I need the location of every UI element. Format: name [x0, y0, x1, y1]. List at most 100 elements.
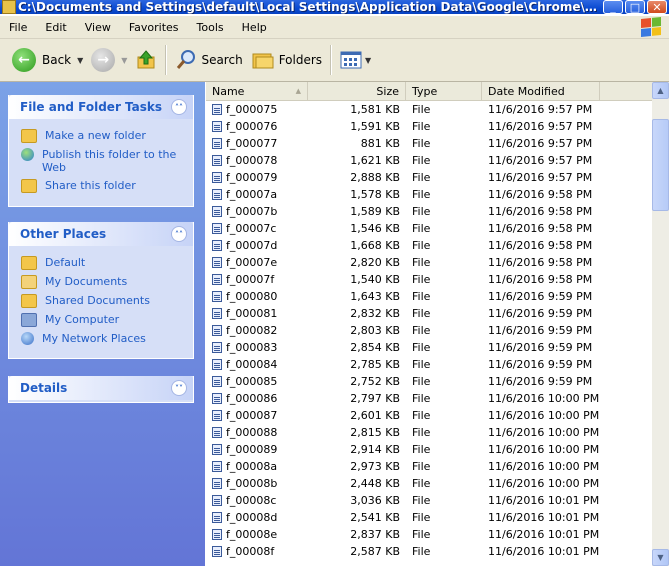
menu-view[interactable]: View: [76, 21, 120, 34]
column-header-name[interactable]: Name ▲: [206, 82, 308, 100]
file-name-cell[interactable]: f_00008d: [206, 511, 308, 524]
file-row[interactable]: f_000078 1,621 KB File 11/6/2016 9:57 PM: [206, 152, 652, 169]
details-header[interactable]: Details ˅˅: [9, 376, 193, 400]
folders-button[interactable]: Folders: [247, 43, 326, 77]
file-row[interactable]: f_000083 2,854 KB File 11/6/2016 9:59 PM: [206, 339, 652, 356]
search-button[interactable]: Search: [171, 43, 246, 77]
file-folder-tasks-header[interactable]: File and Folder Tasks ˄˄: [9, 95, 193, 119]
forward-dropdown-icon[interactable]: ▼: [121, 56, 127, 65]
file-name-cell[interactable]: f_000079: [206, 171, 308, 184]
file-row[interactable]: f_00008c 3,036 KB File 11/6/2016 10:01 PM: [206, 492, 652, 509]
menu-tools[interactable]: Tools: [188, 21, 233, 34]
file-name-cell[interactable]: f_000077: [206, 137, 308, 150]
file-row[interactable]: f_00008d 2,541 KB File 11/6/2016 10:01 PM: [206, 509, 652, 526]
file-name-cell[interactable]: f_00007c: [206, 222, 308, 235]
task-make-new-folder[interactable]: Make a new folder: [21, 129, 185, 143]
file-name-cell[interactable]: f_00008c: [206, 494, 308, 507]
file-row[interactable]: f_000085 2,752 KB File 11/6/2016 9:59 PM: [206, 373, 652, 390]
maximize-button[interactable]: □: [625, 0, 645, 14]
file-row[interactable]: f_000079 2,888 KB File 11/6/2016 9:57 PM: [206, 169, 652, 186]
close-button[interactable]: ✕: [647, 0, 667, 14]
file-name-cell[interactable]: f_000088: [206, 426, 308, 439]
other-places-header[interactable]: Other Places ˄˄: [9, 222, 193, 246]
file-name-cell[interactable]: f_000075: [206, 103, 308, 116]
place-default[interactable]: Default: [21, 256, 185, 270]
file-row[interactable]: f_000077 881 KB File 11/6/2016 9:57 PM: [206, 135, 652, 152]
vertical-scrollbar[interactable]: ▲ ▼: [652, 82, 669, 566]
place-my-computer[interactable]: My Computer: [21, 313, 185, 327]
window-title-bar[interactable]: C:\Documents and Settings\default\Local …: [0, 0, 669, 14]
column-header-date[interactable]: Date Modified: [482, 82, 600, 100]
minimize-button[interactable]: _: [603, 0, 623, 14]
file-name-cell[interactable]: f_000080: [206, 290, 308, 303]
file-name-cell[interactable]: f_000078: [206, 154, 308, 167]
up-folder-button[interactable]: [131, 43, 161, 77]
file-row[interactable]: f_00007d 1,668 KB File 11/6/2016 9:58 PM: [206, 237, 652, 254]
file-row[interactable]: f_000081 2,832 KB File 11/6/2016 9:59 PM: [206, 305, 652, 322]
file-name-cell[interactable]: f_000084: [206, 358, 308, 371]
file-name-cell[interactable]: f_00008a: [206, 460, 308, 473]
file-row[interactable]: f_000089 2,914 KB File 11/6/2016 10:00 PM: [206, 441, 652, 458]
file-row[interactable]: f_00007c 1,546 KB File 11/6/2016 9:58 PM: [206, 220, 652, 237]
file-row[interactable]: f_000088 2,815 KB File 11/6/2016 10:00 PM: [206, 424, 652, 441]
file-row[interactable]: f_000080 1,643 KB File 11/6/2016 9:59 PM: [206, 288, 652, 305]
scroll-up-button[interactable]: ▲: [652, 82, 669, 99]
file-name-cell[interactable]: f_00007a: [206, 188, 308, 201]
file-row[interactable]: f_00008b 2,448 KB File 11/6/2016 10:00 PM: [206, 475, 652, 492]
file-row[interactable]: f_00008e 2,837 KB File 11/6/2016 10:01 PM: [206, 526, 652, 543]
file-row[interactable]: f_000075 1,581 KB File 11/6/2016 9:57 PM: [206, 101, 652, 118]
column-header-type[interactable]: Type: [406, 82, 482, 100]
file-row[interactable]: f_000086 2,797 KB File 11/6/2016 10:00 PM: [206, 390, 652, 407]
place-my-documents[interactable]: My Documents: [21, 275, 185, 289]
place-my-network-places[interactable]: My Network Places: [21, 332, 185, 345]
file-name-cell[interactable]: f_000089: [206, 443, 308, 456]
file-name-cell[interactable]: f_000086: [206, 392, 308, 405]
file-row[interactable]: f_000076 1,591 KB File 11/6/2016 9:57 PM: [206, 118, 652, 135]
menu-edit[interactable]: Edit: [36, 21, 75, 34]
file-name-cell[interactable]: f_000085: [206, 375, 308, 388]
menu-file[interactable]: File: [0, 21, 36, 34]
task-publish-to-web[interactable]: Publish this folder to the Web: [21, 148, 185, 174]
back-dropdown-icon[interactable]: ▼: [77, 56, 83, 65]
file-row[interactable]: f_00007a 1,578 KB File 11/6/2016 9:58 PM: [206, 186, 652, 203]
file-row[interactable]: f_00008a 2,973 KB File 11/6/2016 10:00 PM: [206, 458, 652, 475]
menu-help[interactable]: Help: [233, 21, 276, 34]
file-name-cell[interactable]: f_00008b: [206, 477, 308, 490]
file-size: 1,643 KB: [350, 290, 400, 303]
file-name-cell[interactable]: f_000083: [206, 341, 308, 354]
forward-button[interactable]: → ▼: [87, 43, 131, 77]
scroll-thumb[interactable]: [652, 119, 669, 211]
file-row[interactable]: f_000084 2,785 KB File 11/6/2016 9:59 PM: [206, 356, 652, 373]
task-share-folder[interactable]: Share this folder: [21, 179, 185, 193]
file-name-cell[interactable]: f_00007b: [206, 205, 308, 218]
menu-favorites[interactable]: Favorites: [120, 21, 188, 34]
file-row[interactable]: f_00007f 1,540 KB File 11/6/2016 9:58 PM: [206, 271, 652, 288]
file-name-cell[interactable]: f_00008f: [206, 545, 308, 558]
back-button[interactable]: ← Back ▼: [8, 43, 87, 77]
file-name-cell[interactable]: f_00007d: [206, 239, 308, 252]
file-name-cell[interactable]: f_000082: [206, 324, 308, 337]
file-row[interactable]: f_00008f 2,587 KB File 11/6/2016 10:01 PM: [206, 543, 652, 560]
file-name-cell[interactable]: f_000087: [206, 409, 308, 422]
place-shared-documents[interactable]: Shared Documents: [21, 294, 185, 308]
file-icon: [212, 546, 222, 557]
file-row[interactable]: f_000082 2,803 KB File 11/6/2016 9:59 PM: [206, 322, 652, 339]
file-name-cell[interactable]: f_00008e: [206, 528, 308, 541]
views-dropdown-icon[interactable]: ▼: [365, 56, 371, 65]
file-icon: [212, 308, 222, 319]
expand-chevron-icon[interactable]: ˅˅: [171, 380, 187, 396]
collapse-chevron-icon[interactable]: ˄˄: [171, 99, 187, 115]
file-row[interactable]: f_000087 2,601 KB File 11/6/2016 10:00 PM: [206, 407, 652, 424]
file-name-cell[interactable]: f_00007f: [206, 273, 308, 286]
file-name-cell[interactable]: f_000076: [206, 120, 308, 133]
windows-logo-icon: [641, 16, 661, 38]
file-name-cell[interactable]: f_000081: [206, 307, 308, 320]
file-row[interactable]: f_00007e 2,820 KB File 11/6/2016 9:58 PM: [206, 254, 652, 271]
file-name-cell[interactable]: f_00007e: [206, 256, 308, 269]
collapse-chevron-icon[interactable]: ˄˄: [171, 226, 187, 242]
column-header-size[interactable]: Size: [308, 82, 406, 100]
file-size: 2,785 KB: [350, 358, 400, 371]
file-row[interactable]: f_00007b 1,589 KB File 11/6/2016 9:58 PM: [206, 203, 652, 220]
scroll-down-button[interactable]: ▼: [652, 549, 669, 566]
views-button[interactable]: ▼: [336, 43, 375, 77]
